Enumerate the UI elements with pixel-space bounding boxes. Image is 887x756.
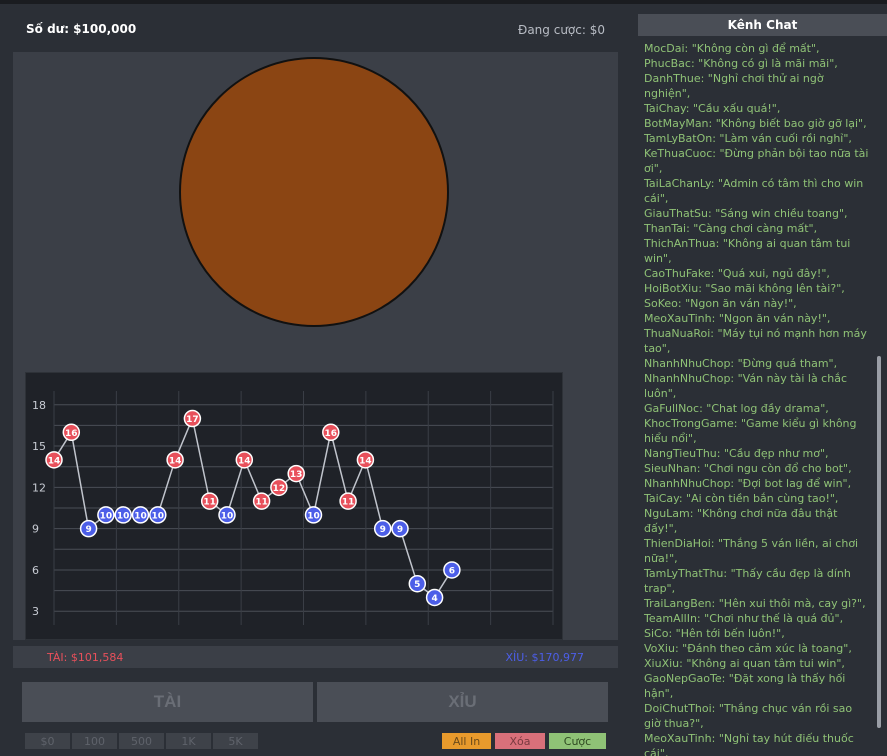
chat-message: ThanTai: "Càng chơi càng mất", xyxy=(644,222,818,235)
y-tick-label: 9 xyxy=(32,523,39,536)
dice-bowl[interactable] xyxy=(179,57,449,327)
chat-message: GaoNepGaoTe: "Đặt xong là thấy hối hận", xyxy=(644,672,846,700)
chat-message: SieuNhan: "Chơi ngu còn đổ cho bot", xyxy=(644,462,852,475)
chat-message: MocDai: "Không còn gì để mất", xyxy=(644,42,820,55)
balance-label: Số dư: $100,000 xyxy=(26,22,137,36)
chat-panel[interactable]: MocDai: "Không còn gì để mất", PhucBac: "… xyxy=(638,36,887,756)
point-label: 14 xyxy=(48,456,61,466)
chat-message: GiauThatSu: "Sáng win chiều toang", xyxy=(644,207,848,220)
current-bet-label: Đang cược: $0 xyxy=(518,23,605,37)
chat-message: NangTieuThu: "Cầu đẹp như mơ", xyxy=(644,447,829,460)
point-label: 10 xyxy=(134,511,147,521)
chat-message: GaFullNoc: "Chat log đầy drama", xyxy=(644,402,829,415)
xiu-total: XỈU: $170,977 xyxy=(505,651,584,664)
point-label: 16 xyxy=(325,429,338,439)
chat-message: TaiLaChanLy: "Admin có tâm thì cho win c… xyxy=(644,177,864,205)
point-label: 14 xyxy=(238,456,251,466)
chip-5k[interactable]: 5K xyxy=(213,733,258,749)
point-label: 12 xyxy=(273,484,286,494)
point-label: 11 xyxy=(342,498,355,508)
chat-message: MeoXauTinh: "Nghỉ tay hút điếu thuốc cái… xyxy=(644,732,854,756)
tai-button[interactable]: TÀI xyxy=(22,682,313,722)
clear-button[interactable]: Xóa xyxy=(495,733,545,749)
point-label: 11 xyxy=(255,498,268,508)
chat-message: HoiBotXiu: "Sao mãi không lên tài?", xyxy=(644,282,845,295)
chat-message: TaiCay: "Ai còn tiền bắn cùng tao!", xyxy=(644,492,839,505)
chat-message: MeoXauTinh: "Ngon ăn ván này!", xyxy=(644,312,831,325)
y-tick-label: 12 xyxy=(32,481,46,494)
chat-message: DoiChutThoi: "Thắng chục ván rồi sao giờ… xyxy=(644,702,853,730)
point-label: 10 xyxy=(100,511,113,521)
bet-button[interactable]: Cược xyxy=(549,733,606,749)
point-label: 5 xyxy=(414,580,420,590)
history-chart-svg: 3 6 9 12 15 18 14 16 9 10 10 10 10 14 17 11 10 14 11 12 13 10… xyxy=(32,391,554,625)
game-window: Số dư: $100,000 Đang cược: $0 3 6 9 12 15 18 1… xyxy=(0,0,887,756)
chat-message: XiuXiu: "Không ai quan tâm tui win", xyxy=(644,657,845,670)
all-in-button[interactable]: All In xyxy=(442,733,491,749)
chat-message: TamLyBatOn: "Làm ván cuối rồi nghỉ", xyxy=(644,132,852,145)
point-label: 14 xyxy=(169,456,182,466)
chat-message: DanhThue: "Nghỉ chơi thử ai ngờ nghiện", xyxy=(644,72,824,100)
chat-scrollbar[interactable] xyxy=(877,356,881,728)
chat-message: TamLyThatThu: "Thấy cầu đẹp là dính trap… xyxy=(644,567,851,595)
top-border xyxy=(0,0,887,4)
chat-message: ThienDiaHoi: "Thắng 5 ván liền, ai chơi … xyxy=(644,537,859,565)
point-label: 6 xyxy=(449,566,455,576)
totals-bar: TÀI: $101,584 XỈU: $170,977 xyxy=(13,646,618,668)
chat-message: BotMayMan: "Không biết bao giờ gỡ lại", xyxy=(644,117,867,130)
chat-message-list: MocDai: "Không còn gì để mất", PhucBac: "… xyxy=(644,41,870,756)
tai-total: TÀI: $101,584 xyxy=(47,651,124,664)
history-chart: 3 6 9 12 15 18 14 16 9 10 10 10 10 14 17 11 10 14 11 12 13 10… xyxy=(25,372,563,640)
y-tick-label: 18 xyxy=(32,399,46,412)
chat-message: NguLam: "Không chơi nữa đâu thật đấy!", xyxy=(644,507,838,535)
point-label: 9 xyxy=(397,525,403,535)
chat-message: SiCo: "Hên tới bến luôn!", xyxy=(644,627,785,640)
y-tick-label: 15 xyxy=(32,440,46,453)
point-label: 9 xyxy=(380,525,386,535)
chat-message: NhanhNhuChop: "Đợi bot lag để win", xyxy=(644,477,852,490)
y-tick-label: 6 xyxy=(32,564,39,577)
point-label: 14 xyxy=(359,456,372,466)
chat-message: TeamAllIn: "Chơi như thế là quá đủ", xyxy=(644,612,844,625)
point-label: 9 xyxy=(85,525,91,535)
chat-message: NhanhNhuChop: "Đừng quá tham", xyxy=(644,357,838,370)
chat-title: Kênh Chat xyxy=(638,14,887,36)
point-label: 10 xyxy=(221,511,234,521)
chat-message: ThichAnThua: "Không ai quan tâm tui win"… xyxy=(644,237,851,265)
point-label: 10 xyxy=(152,511,165,521)
point-label: 11 xyxy=(203,498,216,508)
point-label: 16 xyxy=(65,429,78,439)
chat-message: KhocTrongGame: "Game kiểu gì không hiểu … xyxy=(644,417,857,445)
y-tick-label: 3 xyxy=(32,605,39,618)
chip-100[interactable]: 100 xyxy=(72,733,117,749)
point-label: 13 xyxy=(290,470,303,480)
chat-message: SoKeo: "Ngon ăn ván này!", xyxy=(644,297,797,310)
point-label: 10 xyxy=(307,511,320,521)
chat-message: ThuaNuaRoi: "Máy tụi nó mạnh hơn máy tao… xyxy=(644,327,867,355)
chip-500[interactable]: 500 xyxy=(119,733,164,749)
chat-message: VoXiu: "Đánh theo cảm xúc là toang", xyxy=(644,642,852,655)
chat-message: PhucBac: "Không có gì là mãi mãi", xyxy=(644,57,838,70)
point-label: 10 xyxy=(117,511,130,521)
xiu-button[interactable]: XỈU xyxy=(317,682,608,722)
chat-message: TaiChay: "Cầu xấu quá!", xyxy=(644,102,781,115)
point-label: 4 xyxy=(431,594,437,604)
chat-message: TraiLangBen: "Hên xui thôi mà, cay gì?", xyxy=(644,597,866,610)
chat-message: KeThuaCuoc: "Đừng phản bội tao nữa tài ơ… xyxy=(644,147,869,175)
chat-message: NhanhNhuChop: "Ván này tài là chắc luôn"… xyxy=(644,372,847,400)
point-label: 17 xyxy=(186,415,199,425)
chat-message: CaoThuFake: "Quá xui, ngủ đây!", xyxy=(644,267,830,280)
chip-0[interactable]: $0 xyxy=(25,733,70,749)
chip-1k[interactable]: 1K xyxy=(166,733,211,749)
